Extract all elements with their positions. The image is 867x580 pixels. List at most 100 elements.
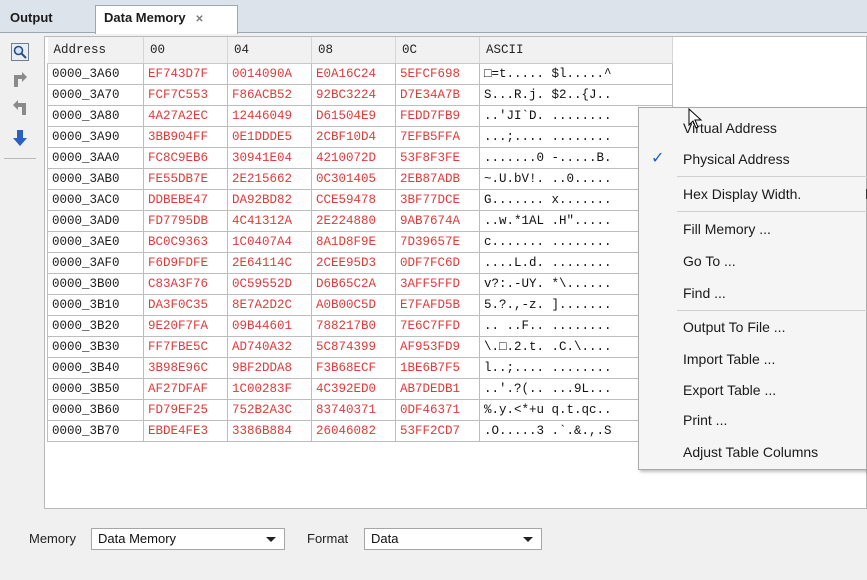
table-row[interactable]: 0000_3B00 C83A3F76 0C59552D D6B65C2A 3AFF5FF… xyxy=(47,272,673,295)
cell-04[interactable]: 30941E04 xyxy=(227,146,312,169)
cell-00[interactable]: 3B98E96C xyxy=(143,356,228,379)
cell-08[interactable]: CCE59478 xyxy=(311,188,396,211)
menu-item-hex-display-width[interactable]: Hex Display Width. xyxy=(639,179,867,209)
cell-0c[interactable]: 1BE6B7F5 xyxy=(395,356,480,379)
cell-04[interactable]: 2E64114C xyxy=(227,251,312,274)
table-row[interactable]: 0000_3A70 FCF7C553 F86ACB52 92BC3224 D7E34A7… xyxy=(47,83,673,106)
table-row[interactable]: 0000_3AD0 FD7795DB 4C41312A 2E224880 9AB7674… xyxy=(47,209,673,232)
cell-04[interactable]: 1C0407A4 xyxy=(227,230,312,253)
cell-04[interactable]: 4C41312A xyxy=(227,209,312,232)
cell-0c[interactable]: FEDD7FB9 xyxy=(395,104,480,127)
menu-item-import-table[interactable]: Import Table ... xyxy=(639,344,867,374)
cell-04[interactable]: AD740A32 xyxy=(227,335,312,358)
table-row[interactable]: 0000_3B10 DA3F0C35 8E7A2D2C A0B00C5D E7FAFD5… xyxy=(47,293,673,316)
cell-address[interactable]: 0000_3AD0 xyxy=(47,209,144,232)
cell-08[interactable]: 8A1D8F9E xyxy=(311,230,396,253)
header-00[interactable]: 00 xyxy=(143,37,228,64)
cell-08[interactable]: 83740371 xyxy=(311,398,396,421)
cell-0c[interactable]: E7FAFD5B xyxy=(395,293,480,316)
close-tab-icon[interactable]: ✕ xyxy=(195,14,203,25)
cell-0c[interactable]: 7EFB5FFA xyxy=(395,125,480,148)
cell-00[interactable]: EBDE4FE3 xyxy=(143,419,228,442)
cell-address[interactable]: 0000_3B60 xyxy=(47,398,144,421)
cell-04[interactable]: 752B2A3C xyxy=(227,398,312,421)
cell-08[interactable]: 0C301405 xyxy=(311,167,396,190)
cell-0c[interactable]: 7D39657E xyxy=(395,230,480,253)
arrow-down-icon[interactable] xyxy=(10,128,30,148)
cell-address[interactable]: 0000_3AC0 xyxy=(47,188,144,211)
cell-08[interactable]: A0B00C5D xyxy=(311,293,396,316)
table-row[interactable]: 0000_3AF0 F6D9FDFE 2E64114C 2CEE95D3 0DF7FC6… xyxy=(47,251,673,274)
cell-08[interactable]: 92BC3224 xyxy=(311,83,396,106)
cell-04[interactable]: F86ACB52 xyxy=(227,83,312,106)
cell-0c[interactable]: 5EFCF698 xyxy=(395,62,480,85)
table-row[interactable]: 0000_3A90 3BB904FF 0E1DDDE5 2CBF10D4 7EFB5FF… xyxy=(47,125,673,148)
tab-data-memory[interactable]: Data Memory ✕ xyxy=(95,5,238,34)
cell-00[interactable]: FD79EF25 xyxy=(143,398,228,421)
cell-0c[interactable]: 3AFF5FFD xyxy=(395,272,480,295)
cell-address[interactable]: 0000_3A70 xyxy=(47,83,144,106)
table-row[interactable]: 0000_3AE0 BC0C9363 1C0407A4 8A1D8F9E 7D39657… xyxy=(47,230,673,253)
cell-address[interactable]: 0000_3B40 xyxy=(47,356,144,379)
cell-08[interactable]: D61504E9 xyxy=(311,104,396,127)
cell-00[interactable]: BC0C9363 xyxy=(143,230,228,253)
cell-04[interactable]: 0C59552D xyxy=(227,272,312,295)
cell-00[interactable]: EF743D7F xyxy=(143,62,228,85)
cell-04[interactable]: 0014090A xyxy=(227,62,312,85)
cell-address[interactable]: 0000_3AB0 xyxy=(47,167,144,190)
header-04[interactable]: 04 xyxy=(227,37,312,64)
table-row[interactable]: 0000_3AB0 FE55DB7E 2E215662 0C301405 2EB87AD… xyxy=(47,167,673,190)
magnifier-icon[interactable] xyxy=(10,42,30,62)
cell-address[interactable]: 0000_3B30 xyxy=(47,335,144,358)
cell-04[interactable]: 2E215662 xyxy=(227,167,312,190)
cell-08[interactable]: 788217B0 xyxy=(311,314,396,337)
cell-0c[interactable]: 2EB87ADB xyxy=(395,167,480,190)
cell-08[interactable]: 4C392ED0 xyxy=(311,377,396,400)
menu-item-export-table[interactable]: Export Table ... xyxy=(639,375,867,405)
cell-address[interactable]: 0000_3A60 xyxy=(47,62,144,85)
arrow-right-icon[interactable] xyxy=(10,70,30,90)
header-0c[interactable]: 0C xyxy=(395,37,480,64)
table-row[interactable]: 0000_3B60 FD79EF25 752B2A3C 83740371 0DF4637… xyxy=(47,398,673,421)
cell-0c[interactable]: 53FF2CD7 xyxy=(395,419,480,442)
cell-00[interactable]: DDBEBE47 xyxy=(143,188,228,211)
cell-00[interactable]: FCF7C553 xyxy=(143,83,228,106)
cell-address[interactable]: 0000_3B00 xyxy=(47,272,144,295)
table-row[interactable]: 0000_3B30 FF7FBE5C AD740A32 5C874399 AF953FD… xyxy=(47,335,673,358)
cell-address[interactable]: 0000_3AE0 xyxy=(47,230,144,253)
cell-ascii[interactable]: □=t..... $l.....^ xyxy=(479,62,673,85)
cell-address[interactable]: 0000_3A90 xyxy=(47,125,144,148)
table-row[interactable]: 0000_3AA0 FC8C9EB6 30941E04 4210072D 53F8F3F… xyxy=(47,146,673,169)
cell-08[interactable]: 2CBF10D4 xyxy=(311,125,396,148)
table-row[interactable]: 0000_3A80 4A27A2EC 12446049 D61504E9 FEDD7FB… xyxy=(47,104,673,127)
cell-04[interactable]: DA92BD82 xyxy=(227,188,312,211)
cell-08[interactable]: E0A16C24 xyxy=(311,62,396,85)
cell-address[interactable]: 0000_3B20 xyxy=(47,314,144,337)
cell-address[interactable]: 0000_3A80 xyxy=(47,104,144,127)
table-row[interactable]: 0000_3B70 EBDE4FE3 3386B884 26046082 53FF2CD… xyxy=(47,419,673,442)
cell-0c[interactable]: AF953FD9 xyxy=(395,335,480,358)
cell-ascii[interactable]: S...R.j. $2..{J.. xyxy=(479,83,673,106)
cell-04[interactable]: 1C00283F xyxy=(227,377,312,400)
cell-0c[interactable]: 9AB7674A xyxy=(395,209,480,232)
table-row[interactable]: 0000_3B50 AF27DFAF 1C00283F 4C392ED0 AB7DEDB… xyxy=(47,377,673,400)
cell-0c[interactable]: 0DF7FC6D xyxy=(395,251,480,274)
cell-00[interactable]: AF27DFAF xyxy=(143,377,228,400)
cell-0c[interactable]: D7E34A7B xyxy=(395,83,480,106)
cell-04[interactable]: 12446049 xyxy=(227,104,312,127)
menu-item-adjust-table-columns[interactable]: Adjust Table Columns xyxy=(639,437,867,467)
menu-item-print[interactable]: Print ... xyxy=(639,405,867,435)
cell-0c[interactable]: 53F8F3FE xyxy=(395,146,480,169)
cell-0c[interactable]: 3BF77DCE xyxy=(395,188,480,211)
menu-item-physical-address[interactable]: ✓ Physical Address xyxy=(639,144,867,174)
cell-address[interactable]: 0000_3AA0 xyxy=(47,146,144,169)
menu-item-output-to-file[interactable]: Output To File ... xyxy=(639,312,867,342)
cell-00[interactable]: FF7FBE5C xyxy=(143,335,228,358)
cell-04[interactable]: 9BF2DDA8 xyxy=(227,356,312,379)
cell-04[interactable]: 3386B884 xyxy=(227,419,312,442)
cell-00[interactable]: FC8C9EB6 xyxy=(143,146,228,169)
cell-08[interactable]: D6B65C2A xyxy=(311,272,396,295)
header-ascii[interactable]: ASCII xyxy=(479,37,673,64)
menu-item-virtual-address[interactable]: Virtual Address xyxy=(639,113,867,143)
table-row[interactable]: 0000_3B20 9E20F7FA 09B44601 788217B0 7E6C7FF… xyxy=(47,314,673,337)
